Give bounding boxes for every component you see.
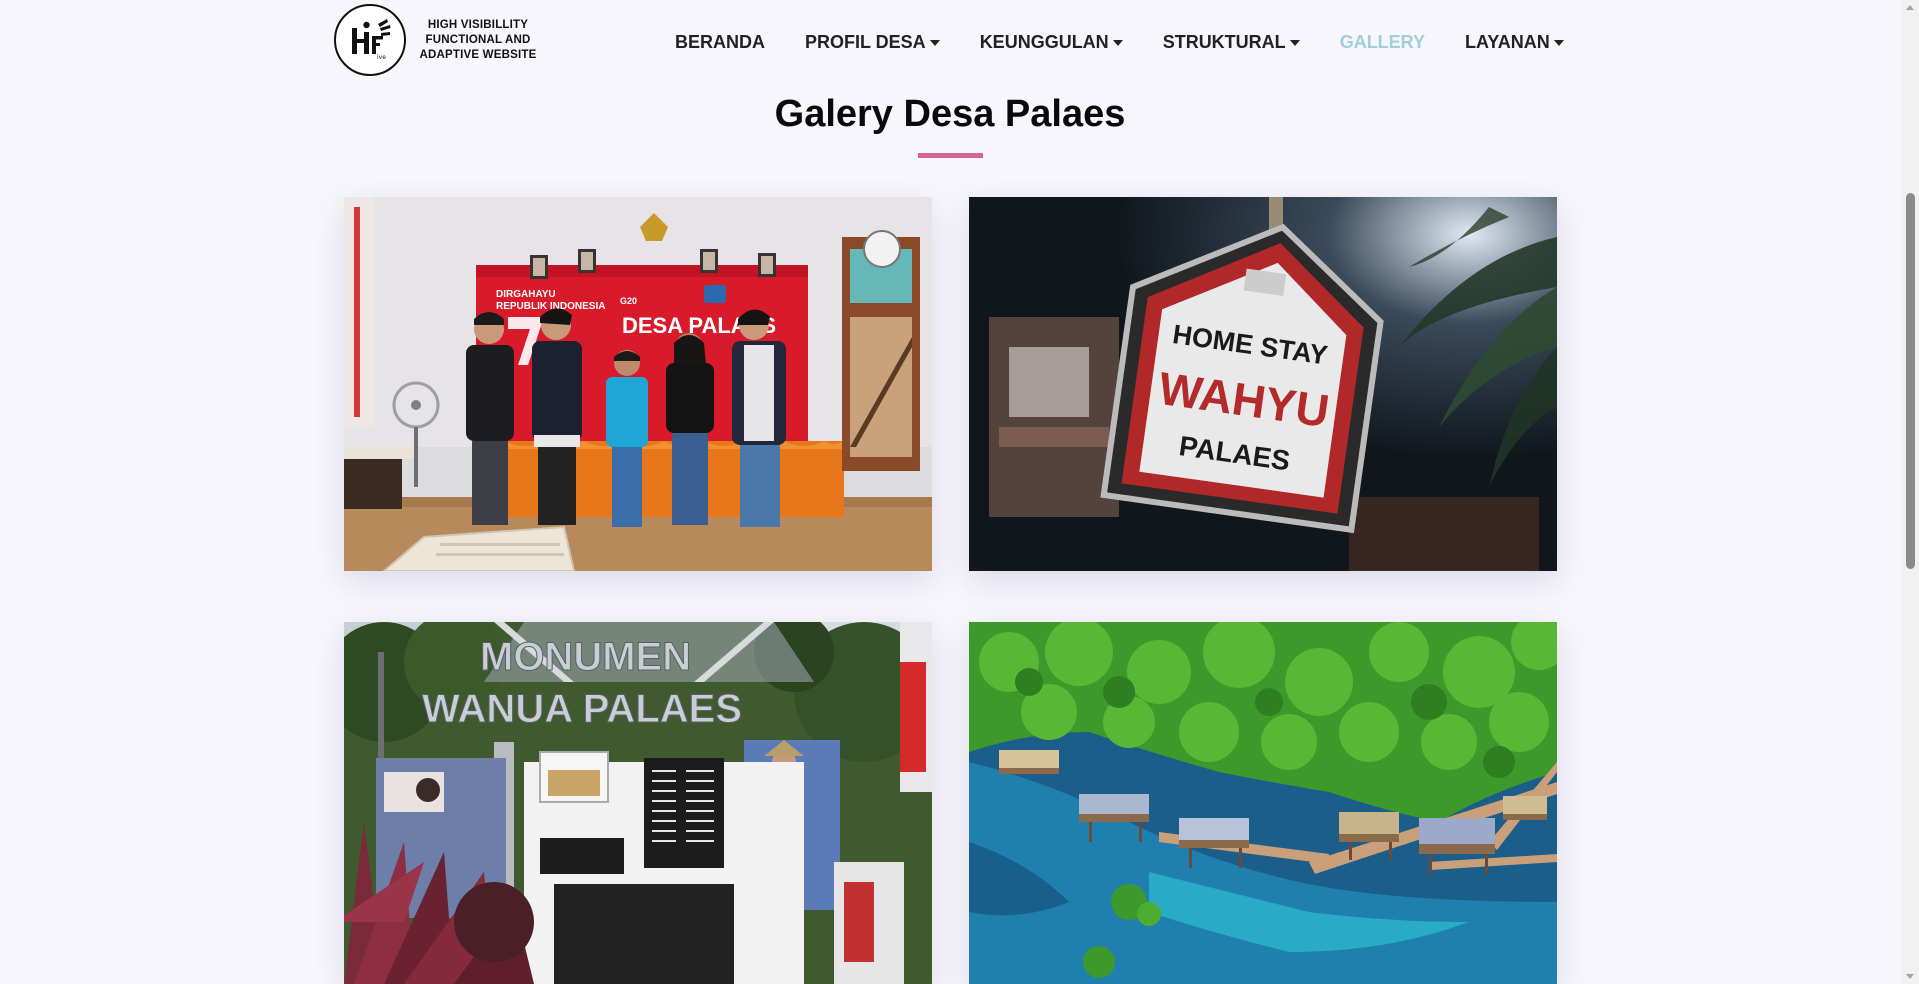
gallery-photo-homestay[interactable]: HOME STAY WAHYU PALAES [969,197,1557,571]
gallery-photo-group[interactable]: DIRGAHAYU REPUBLIK INDONESIA G20 DESA PA… [344,197,932,571]
gallery-photo-monument[interactable]: MONUMEN WANUA PALAES [344,622,932,984]
nav-profil-desa[interactable]: PROFIL DESA [805,32,940,53]
caret-down-icon [1553,39,1564,46]
nav-label: STRUKTURAL [1162,31,1286,52]
nav-label: PROFIL DESA [805,31,926,52]
logo-icon: ive [334,4,406,76]
monument-text: MONUMEN [480,635,691,679]
nav-keunggulan[interactable]: KEUNGGULAN [980,32,1123,53]
banner-text: DIRGAHAYU [496,289,556,300]
page-scrollbar[interactable] [1902,0,1919,984]
nav-label: GALLERY [1339,31,1426,52]
nav-struktural[interactable]: STRUKTURAL [1163,32,1300,53]
nav-layanan[interactable]: LAYANAN [1465,32,1564,53]
page: ive HIGH VISIBILLITY FUNCTIONAL AND ADAP… [0,0,1919,984]
page-title: Galery Desa Palaes [774,93,1126,135]
caret-down-icon [1112,39,1123,46]
monument-text: WANUA PALAES [422,687,742,731]
nav-label: BERANDA [675,31,765,52]
homestay-sign-image: HOME STAY WAHYU PALAES [969,197,1557,571]
svg-text:ive: ive [377,54,386,61]
nav-beranda[interactable]: BERANDA [675,32,765,53]
site-header: ive HIGH VISIBILLITY FUNCTIONAL AND ADAP… [0,0,1900,84]
banner-logo-text: G20 [620,296,637,306]
nav-label: KEUNGGULAN [979,31,1109,52]
scrollbar-thumb[interactable] [1906,193,1915,569]
site-logo-link[interactable]: ive HIGH VISIBILLITY FUNCTIONAL AND ADAP… [334,4,546,76]
monument-image: MONUMEN WANUA PALAES [344,622,932,984]
logo-text: HIGH VISIBILLITY FUNCTIONAL AND ADAPTIVE… [419,18,537,61]
title-underline [918,153,983,158]
gallery-photo-mangrove[interactable] [969,622,1557,984]
mangrove-aerial-image [969,622,1557,984]
nav-gallery[interactable]: GALLERY [1340,32,1425,53]
scroll-up-arrow-icon[interactable] [1906,5,1914,10]
caret-down-icon [929,39,940,46]
caret-down-icon [1289,39,1300,46]
main-nav: BERANDA PROFIL DESA KEUNGGULAN STRUKTURA… [675,30,1564,54]
nav-label: LAYANAN [1465,31,1550,52]
group-photo-image: DIRGAHAYU REPUBLIK INDONESIA G20 DESA PA… [344,197,932,571]
scroll-down-arrow-icon[interactable] [1906,974,1914,979]
